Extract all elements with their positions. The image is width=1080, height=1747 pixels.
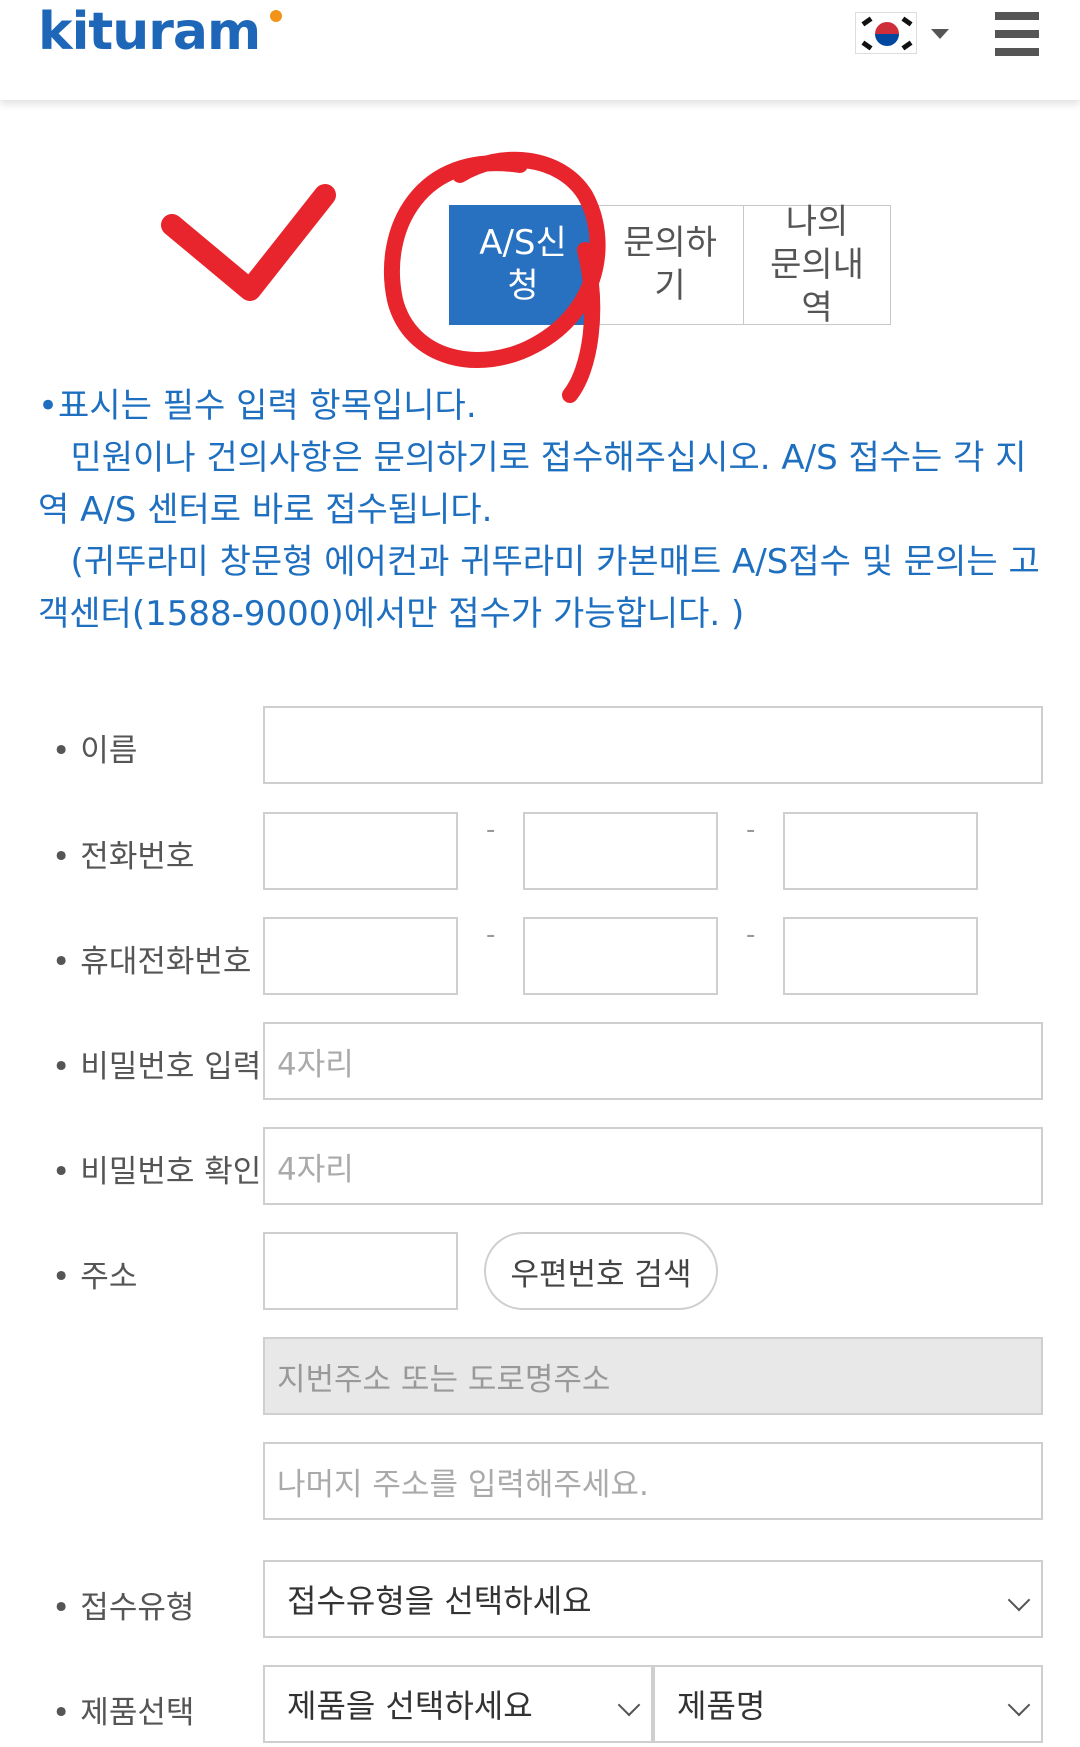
receipt-type-select[interactable]: 접수유형을 선택하세요 — [263, 1560, 1043, 1638]
tab-bar: A/S신 청 문의하 기 나의 문의내 역 — [449, 202, 891, 328]
logo-dot — [270, 10, 282, 22]
name-input[interactable] — [263, 706, 1043, 784]
chevron-down-icon — [1007, 1693, 1031, 1717]
caret-down-icon — [931, 29, 949, 39]
korea-flag-icon — [855, 12, 917, 54]
password-label: 비밀번호 입력 — [52, 1041, 261, 1086]
phone-dash-1: - — [486, 815, 496, 845]
tab-my-inquiries[interactable]: 나의 문의내 역 — [743, 202, 891, 328]
hamburger-menu-icon[interactable] — [995, 12, 1041, 58]
logo-text: kituram — [38, 2, 261, 62]
tab-as-request[interactable]: A/S신 청 — [449, 205, 597, 325]
product-label: 제품선택 — [52, 1687, 194, 1732]
phone-dash-2: - — [746, 815, 756, 845]
password-confirm-placeholder: 4자리 — [277, 1151, 354, 1188]
mobile-dash-1: - — [486, 920, 496, 950]
tab-inquiry[interactable]: 문의하 기 — [596, 205, 744, 325]
site-header: kituram — [0, 0, 1080, 100]
phone-input-3[interactable] — [783, 812, 978, 890]
mobile-input-1[interactable] — [263, 917, 458, 995]
address-placeholder: 지번주소 또는 도로명주소 — [277, 1361, 611, 1398]
red-checkmark — [161, 184, 336, 301]
postcode-search-button[interactable]: 우편번호 검색 — [484, 1232, 718, 1310]
mobile-dash-2: - — [746, 920, 756, 950]
address-label: 주소 — [52, 1251, 137, 1296]
address-input[interactable]: 지번주소 또는 도로명주소 — [263, 1337, 1043, 1415]
receipt-type-value: 접수유형을 선택하세요 — [287, 1582, 592, 1620]
language-selector[interactable] — [855, 12, 955, 60]
chevron-down-icon — [617, 1693, 641, 1717]
phone-input-2[interactable] — [523, 812, 718, 890]
product-value: 제품을 선택하세요 — [287, 1687, 533, 1725]
password-confirm-label: 비밀번호 확인 — [52, 1146, 261, 1191]
chevron-down-icon — [1007, 1588, 1031, 1612]
address-detail-input[interactable]: 나머지 주소를 입력해주세요. — [263, 1442, 1043, 1520]
product-name-value: 제품명 — [677, 1687, 766, 1725]
required-fields-notice: •표시는 필수 입력 항목입니다. 민원이나 건의사항은 문의하기로 접수해주십… — [38, 380, 1048, 640]
password-input[interactable]: 4자리 — [263, 1022, 1043, 1100]
mobile-input-2[interactable] — [523, 917, 718, 995]
notice-line-as: 민원이나 건의사항은 문의하기로 접수해주십시오. A/S 접수는 각 지역 A… — [38, 438, 1027, 530]
product-name-select[interactable]: 제품명 — [653, 1665, 1043, 1743]
address-detail-placeholder: 나머지 주소를 입력해주세요. — [277, 1466, 649, 1503]
phone-input-1[interactable] — [263, 812, 458, 890]
mobile-label: 휴대전화번호 — [52, 936, 251, 981]
notice-line-contact: (귀뚜라미 창문형 에어컨과 귀뚜라미 카본매트 A/S접수 및 문의는 고객센… — [38, 542, 1040, 634]
password-placeholder: 4자리 — [277, 1046, 354, 1083]
product-select[interactable]: 제품을 선택하세요 — [263, 1665, 653, 1743]
name-label: 이름 — [52, 725, 137, 770]
phone-label: 전화번호 — [52, 831, 194, 876]
mobile-input-3[interactable] — [783, 917, 978, 995]
receipt-type-label: 접수유형 — [52, 1582, 194, 1627]
notice-line-required: •표시는 필수 입력 항목입니다. — [38, 386, 477, 426]
kiturami-logo[interactable]: kituram — [38, 2, 282, 62]
password-confirm-input[interactable]: 4자리 — [263, 1127, 1043, 1205]
postcode-input[interactable] — [263, 1232, 458, 1310]
